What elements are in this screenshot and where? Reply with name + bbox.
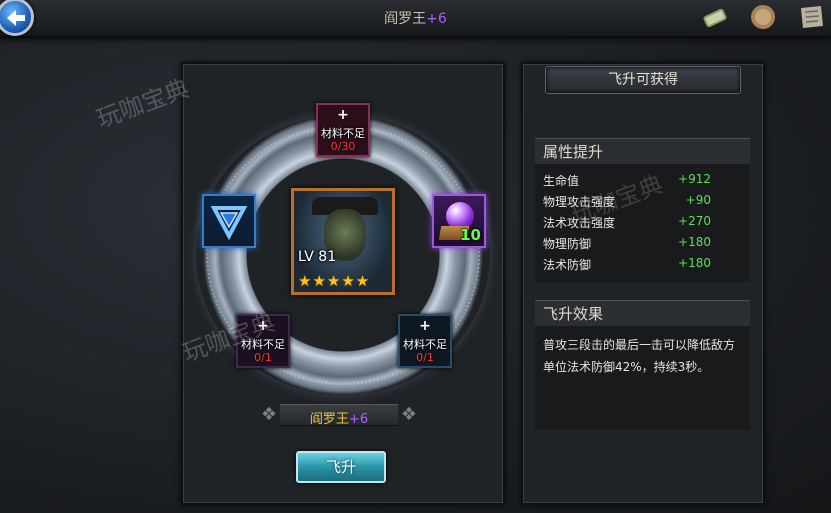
watermark: 玩咖宝典 [92,74,193,134]
attribute-section-title: 属性提升 [535,138,750,164]
material-slot-top[interactable]: + 材料不足 0/30 [316,103,370,157]
attribute-row: 物理攻击强度 +90 [543,193,711,213]
material-status: 材料不足 [241,338,285,351]
hero-level: LV 81 [298,249,337,265]
attribute-value: +270 [678,214,711,228]
attribute-name: 物理攻击强度 [543,195,616,209]
attribute-name: 法术攻击强度 [543,216,616,230]
add-icon: + [337,107,349,123]
hero-stars: ★★★★★ [298,272,371,290]
material-count: 0/1 [254,351,272,364]
item-slot-right[interactable]: 10 [432,194,486,248]
ascend-button[interactable]: 飞升 [296,451,386,483]
material-status: 材料不足 [403,338,447,351]
page-title-plus: +6 [426,11,447,27]
hero-name: 阎罗王+6 [258,408,420,427]
attribute-name: 法术防御 [543,258,592,272]
rune-slot-left[interactable] [202,194,256,248]
page-title-name: 阎罗王 [384,11,427,27]
hero-name-plate: ❖ ❖ 阎罗王+6 [258,402,420,428]
add-icon: + [419,318,431,334]
effect-description: 普攻三段击的最后一击可以降低敌方单位法术防御42%，持续3秒。 [543,338,736,374]
hero-name-plus: +6 [348,412,369,427]
scroll-icon[interactable] [700,2,730,32]
material-slot-bottom-left[interactable]: + 材料不足 0/1 [236,314,290,368]
attribute-value: +180 [678,256,711,270]
material-count: 0/1 [416,351,434,364]
map-icon[interactable] [796,2,826,32]
top-bar: 阎罗王+6 [0,0,831,38]
hero-portrait[interactable]: LV 81 ★★★★★ [291,188,395,295]
attribute-value: +912 [678,172,711,186]
item-count: 10 [460,226,481,244]
hero-name-text: 阎罗王 [309,412,349,427]
attribute-name: 生命值 [543,174,580,188]
material-status: 材料不足 [321,127,365,140]
shield-rune-icon [210,206,248,241]
coin-icon[interactable] [748,2,778,32]
attribute-name: 物理防御 [543,237,592,251]
attribute-row: 物理防御 +180 [543,235,711,255]
material-slot-bottom-right[interactable]: + 材料不足 0/1 [398,314,452,368]
attribute-row: 法术攻击强度 +270 [543,214,711,234]
add-icon: + [257,318,269,334]
attribute-row: 生命值 +912 [543,172,711,192]
attribute-row: 法术防御 +180 [543,256,711,276]
attribute-value: +90 [685,193,711,207]
rewards-panel-title: 飞升可获得 [545,66,741,94]
effect-section-title: 飞升效果 [535,300,750,326]
attribute-value: +180 [678,235,711,249]
material-count: 0/30 [330,140,356,153]
rewards-panel [521,62,765,505]
